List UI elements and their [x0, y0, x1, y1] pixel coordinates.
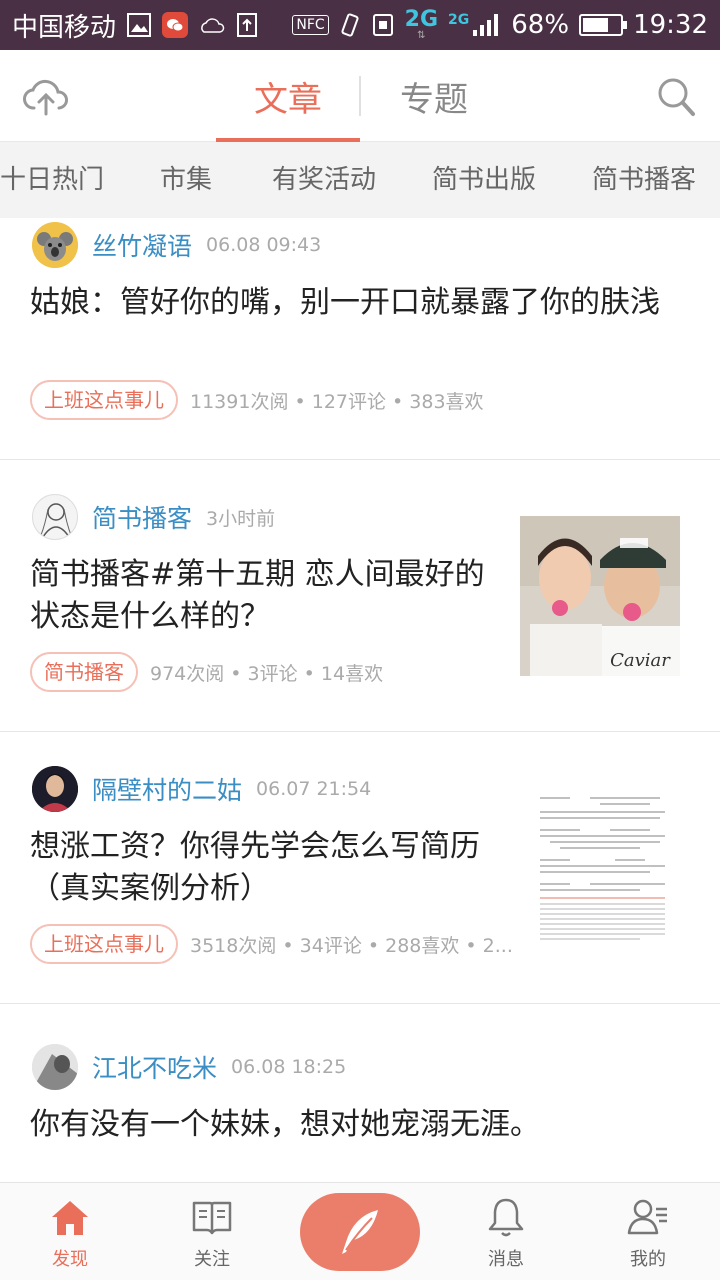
article-meta: 简书播客 974次阅 • 3评论 • 14喜欢	[30, 652, 383, 692]
search-icon[interactable]	[656, 76, 696, 118]
status-bar: 中国移动 NFC 2G ⇅ 2G 68% 19:32	[0, 0, 720, 50]
author-row: 丝竹凝语 06.08 09:43	[32, 222, 321, 268]
write-article-button[interactable]	[300, 1193, 420, 1271]
author-name[interactable]: 丝竹凝语	[92, 227, 192, 263]
tab-topics[interactable]: 专题	[362, 50, 506, 142]
battery-percent: 68%	[511, 10, 570, 40]
article-card[interactable]: 隔壁村的二姑 06.07 21:54 想涨工资？你得先学会怎么写简历（真实案例分…	[0, 732, 720, 1004]
post-time: 06.08 18:25	[231, 1056, 347, 1078]
author-row: 简书播客 3小时前	[32, 494, 275, 540]
post-time: 06.08 09:43	[206, 234, 322, 256]
category-publishing[interactable]: 简书出版	[432, 142, 536, 218]
category-market[interactable]: 市集	[160, 142, 212, 218]
author-row: 隔壁村的二姑 06.07 21:54	[32, 766, 371, 812]
author-name[interactable]: 隔壁村的二姑	[92, 771, 242, 807]
tab-messages[interactable]: 消息	[446, 1183, 566, 1280]
collection-tag[interactable]: 上班这点事儿	[30, 380, 178, 420]
article-card[interactable]: 江北不吃米 06.08 18:25 你有没有一个妹妹，想对她宠溺无涯。	[0, 1004, 720, 1182]
avatar[interactable]	[32, 222, 78, 268]
article-stats: 3518次阅 • 34评论 • 288喜欢 • 2...	[190, 934, 513, 957]
category-hot[interactable]: 十日热门	[0, 142, 104, 218]
weather-icon	[198, 14, 226, 36]
article-feed[interactable]: 丝竹凝语 06.08 09:43 姑娘：管好你的嘴，别一开口就暴露了你的肤浅 上…	[0, 218, 720, 1182]
article-thumbnail[interactable]: Caviar	[520, 516, 680, 676]
carrier-label: 中国移动	[12, 12, 117, 43]
network-type-label: 2G	[404, 7, 439, 32]
article-title[interactable]: 想涨工资？你得先学会怎么写简历（真实案例分析）	[30, 826, 500, 910]
article-title[interactable]: 你有没有一个妹妹，想对她宠溺无涯。	[30, 1104, 690, 1146]
avatar[interactable]	[32, 494, 78, 540]
category-podcast[interactable]: 简书播客	[592, 142, 696, 218]
data-arrows-icon: ⇅	[417, 30, 426, 41]
author-name[interactable]: 简书播客	[92, 499, 192, 535]
sim-icon	[371, 12, 395, 38]
avatar[interactable]	[32, 766, 78, 812]
battery-icon	[579, 14, 628, 36]
article-title[interactable]: 简书播客#第十五期 恋人间最好的状态是什么样的？	[30, 554, 500, 638]
post-time: 06.07 21:54	[256, 778, 372, 800]
collection-tag[interactable]: 上班这点事儿	[30, 924, 178, 964]
bell-icon	[488, 1198, 524, 1237]
tab-divider	[359, 76, 361, 116]
article-stats: 11391次阅 • 127评论 • 383喜欢	[190, 390, 484, 413]
article-stats: 974次阅 • 3评论 • 14喜欢	[150, 662, 384, 685]
article-meta: 上班这点事儿 11391次阅 • 127评论 • 383喜欢	[30, 380, 484, 420]
tab-discover-label: 发现	[52, 1249, 88, 1270]
article-card[interactable]: 简书播客 3小时前 简书播客#第十五期 恋人间最好的状态是什么样的？ 简书播客 …	[0, 460, 720, 732]
tab-articles[interactable]: 文章	[216, 50, 360, 142]
clock: 19:32	[633, 10, 708, 40]
article-title[interactable]: 姑娘：管好你的嘴，别一开口就暴露了你的肤浅	[30, 282, 690, 324]
bottom-tab-bar: 发现 关注 消息 我的	[0, 1182, 720, 1280]
network-type-label-2: 2G	[448, 12, 470, 28]
wechat-icon	[162, 12, 189, 38]
book-icon	[192, 1201, 232, 1235]
category-bar: 十日热门 市集 有奖活动 简书出版 简书播客	[0, 142, 720, 218]
tab-me[interactable]: 我的	[588, 1183, 708, 1280]
category-events[interactable]: 有奖活动	[272, 142, 376, 218]
article-card[interactable]: 丝竹凝语 06.08 09:43 姑娘：管好你的嘴，别一开口就暴露了你的肤浅 上…	[0, 218, 720, 460]
tab-messages-label: 消息	[488, 1249, 524, 1270]
collection-tag[interactable]: 简书播客	[30, 652, 138, 692]
quill-icon	[342, 1210, 378, 1254]
signal-icon	[471, 12, 501, 38]
tab-me-label: 我的	[630, 1249, 666, 1270]
home-icon	[52, 1201, 88, 1235]
author-row: 江北不吃米 06.08 18:25	[32, 1044, 346, 1090]
author-name[interactable]: 江北不吃米	[92, 1049, 217, 1085]
top-nav: 文章 专题	[0, 50, 720, 142]
tab-follow-label: 关注	[194, 1249, 230, 1270]
article-thumbnail[interactable]	[520, 788, 680, 948]
avatar[interactable]	[32, 1044, 78, 1090]
vibrate-icon	[339, 12, 361, 38]
cloud-upload-icon[interactable]	[22, 74, 70, 118]
upload-notification-icon	[236, 12, 258, 38]
post-time: 3小时前	[206, 507, 276, 530]
profile-icon	[627, 1199, 667, 1235]
article-meta: 上班这点事儿 3518次阅 • 34评论 • 288喜欢 • 2...	[30, 924, 513, 964]
tab-discover[interactable]: 发现	[10, 1183, 130, 1280]
tab-follow[interactable]: 关注	[152, 1183, 272, 1280]
thumbnail-shirt-text: Caviar	[610, 650, 671, 671]
nfc-icon: NFC	[292, 15, 329, 35]
gallery-icon	[126, 12, 152, 38]
